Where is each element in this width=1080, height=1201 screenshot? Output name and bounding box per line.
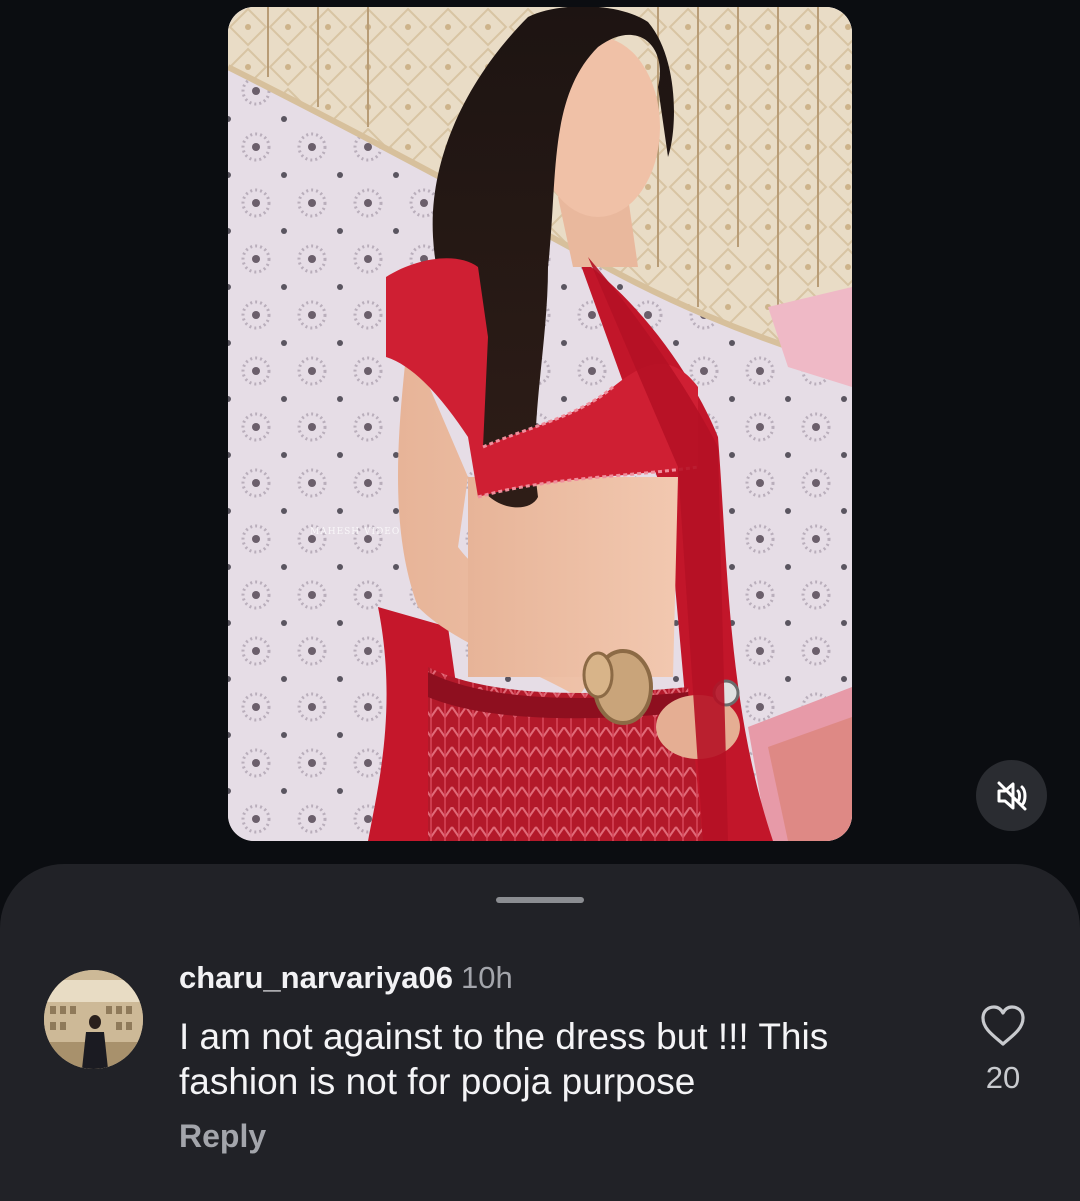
comment-text: I am not against to the dress but !!! Th…: [179, 1016, 829, 1102]
avatar-image: [44, 970, 143, 1069]
sheet-drag-handle[interactable]: [496, 897, 584, 903]
mute-toggle-button[interactable]: [976, 760, 1047, 831]
comment-timestamp: 10h: [461, 960, 513, 995]
reply-button[interactable]: Reply: [179, 1118, 266, 1155]
like-button[interactable]: [980, 1004, 1026, 1048]
comments-sheet: charu_narvariya06 10h I am not against to…: [0, 864, 1080, 1201]
post-photo: [228, 7, 852, 841]
avatar[interactable]: [44, 970, 143, 1069]
watermark-text: MAHESH VIDEO: [310, 527, 401, 537]
speaker-muted-icon: [997, 781, 1026, 810]
comment-username[interactable]: charu_narvariya06: [179, 960, 453, 995]
like-count: 20: [985, 1060, 1021, 1095]
heart-outline-icon: [981, 1005, 1025, 1046]
post-media[interactable]: MAHESH VIDEO: [228, 7, 852, 841]
screen: MAHESH VIDEO charu_narvariya06 10h I am …: [0, 0, 1080, 1201]
comment-header: charu_narvariya06 10h: [179, 960, 513, 996]
